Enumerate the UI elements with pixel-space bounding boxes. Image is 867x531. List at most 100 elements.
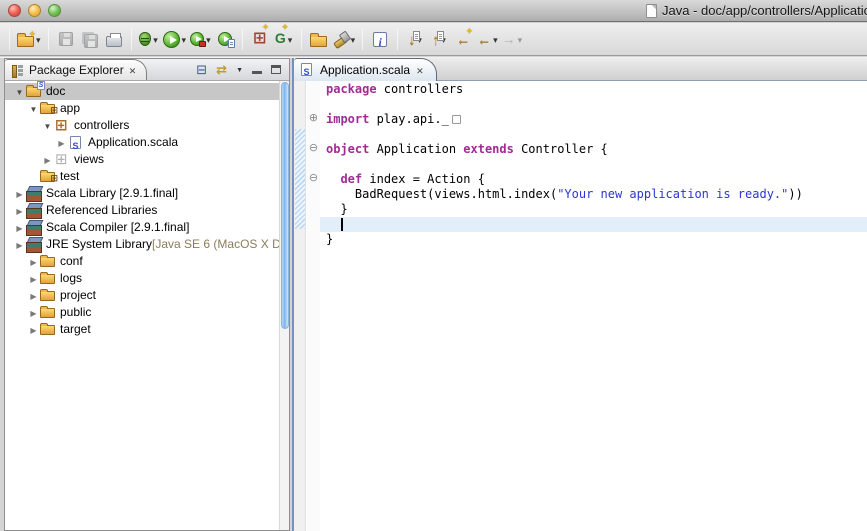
expand-arrow-icon[interactable]	[13, 83, 26, 101]
last-edit-location-button[interactable]: ←	[451, 26, 475, 52]
maximize-view-icon[interactable]	[271, 65, 281, 74]
run-button[interactable]	[161, 26, 189, 52]
code-line[interactable]: def index = Action {	[320, 172, 867, 187]
tree-item-jre-system-library[interactable]: JRE System Library [Java SE 6 (MacOS X D…	[5, 236, 289, 253]
tab-application-scala[interactable]: Application.scala	[294, 58, 437, 81]
run-dropdown-arrow[interactable]	[182, 30, 187, 48]
close-editor-icon[interactable]	[416, 63, 424, 77]
expand-arrow-icon[interactable]	[41, 151, 54, 169]
vertical-scrollbar[interactable]	[279, 81, 289, 530]
text-cursor	[341, 218, 343, 231]
tree-item-controllers[interactable]: controllers	[5, 117, 289, 134]
code-line[interactable]	[320, 127, 867, 142]
code-line[interactable]	[320, 157, 867, 172]
code-line[interactable]	[320, 97, 867, 112]
expand-arrow-icon[interactable]	[13, 219, 26, 237]
expand-arrow-icon[interactable]	[27, 287, 40, 305]
tree-item-application-scala[interactable]: Application.scala	[5, 134, 289, 151]
run-last-tool-button[interactable]	[213, 26, 237, 52]
back-dropdown-arrow[interactable]	[493, 30, 498, 48]
minimize-window-button[interactable]	[28, 4, 41, 17]
code-line[interactable]: package controllers	[320, 82, 867, 97]
tab-package-explorer[interactable]: Package Explorer	[5, 59, 147, 80]
save-all-button[interactable]	[78, 26, 102, 52]
editor-tab-label: Application.scala	[320, 63, 410, 77]
folded-region-indicator[interactable]	[452, 115, 461, 124]
code-line-current[interactable]	[320, 217, 867, 232]
code-line[interactable]: }	[320, 232, 867, 247]
save-all-icon	[84, 34, 98, 48]
search-dropdown-arrow[interactable]	[351, 30, 356, 48]
link-with-editor-icon[interactable]	[216, 64, 227, 76]
tree-item-project[interactable]: project	[5, 287, 289, 304]
expand-arrow-icon[interactable]	[27, 304, 40, 322]
zoom-window-button[interactable]	[48, 4, 61, 17]
save-button[interactable]	[54, 26, 78, 52]
scrollbar-thumb[interactable]	[281, 82, 289, 329]
annotation-ruler[interactable]	[294, 81, 306, 531]
tree-item-test[interactable]: test	[5, 168, 289, 185]
tree-item-conf[interactable]: conf	[5, 253, 289, 270]
expand-arrow-icon[interactable]	[13, 236, 26, 254]
expand-arrow-icon[interactable]	[27, 270, 40, 288]
tree-item-scala-compiler[interactable]: Scala Compiler [2.9.1.final]	[5, 219, 289, 236]
expand-arrow-icon[interactable]	[27, 253, 40, 271]
expand-arrow-icon[interactable]	[27, 100, 40, 118]
code-line[interactable]: }	[320, 202, 867, 217]
new-wizard-button[interactable]	[15, 26, 43, 52]
expand-arrow-icon[interactable]	[13, 185, 26, 203]
scala-file-icon	[68, 135, 85, 151]
tree-item-public[interactable]: public	[5, 304, 289, 321]
package-explorer-tree[interactable]: doc app controllers Application.scala vi	[5, 81, 289, 530]
annotation-page-badge	[413, 31, 420, 41]
title-bar: Java - doc/app/controllers/Application.s…	[0, 0, 867, 22]
run-external-tools-button[interactable]	[188, 26, 213, 52]
tree-item-referenced-libraries[interactable]: Referenced Libraries	[5, 202, 289, 219]
close-view-icon[interactable]	[129, 63, 137, 77]
open-resource-button[interactable]	[307, 26, 331, 52]
tree-item-logs[interactable]: logs	[5, 270, 289, 287]
generate-wizard-button[interactable]	[272, 26, 296, 52]
previous-annotation-icon: ↑	[432, 31, 439, 47]
toolbar-separator	[362, 28, 363, 50]
tree-item-scala-library[interactable]: Scala Library [2.9.1.final]	[5, 185, 289, 202]
minimize-view-icon[interactable]	[252, 66, 262, 74]
expand-arrow-icon[interactable]	[27, 321, 40, 339]
code-line[interactable]: BadRequest(views.html.index("Your new ap…	[320, 187, 867, 202]
info-button[interactable]	[368, 26, 392, 52]
code-line[interactable]: import play.api._	[320, 112, 867, 127]
debug-icon	[139, 32, 151, 46]
search-button[interactable]	[331, 26, 358, 52]
open-folder-icon	[310, 36, 327, 47]
view-menu-icon[interactable]	[236, 62, 243, 77]
fold-collapse-marker[interactable]	[307, 143, 320, 154]
back-button[interactable]: ←	[475, 26, 500, 52]
debug-button[interactable]	[137, 26, 161, 52]
new-wizard-dropdown-arrow[interactable]	[36, 30, 41, 48]
tree-item-views[interactable]: views	[5, 151, 289, 168]
info-icon	[373, 32, 387, 47]
forward-dropdown-arrow[interactable]	[518, 30, 523, 48]
fold-collapse-marker[interactable]	[307, 173, 320, 184]
code-editor[interactable]: package controllers import play.api._ ob…	[320, 81, 867, 531]
java-perspective-button[interactable]	[248, 26, 272, 52]
close-window-button[interactable]	[8, 4, 21, 17]
tree-item-app[interactable]: app	[5, 100, 289, 117]
folding-ruler[interactable]	[307, 81, 320, 531]
tree-item-target[interactable]: target	[5, 321, 289, 338]
forward-button[interactable]: →	[500, 26, 525, 52]
debug-dropdown-arrow[interactable]	[153, 30, 158, 48]
expand-arrow-icon[interactable]	[55, 134, 68, 152]
code-line[interactable]: object Application extends Controller {	[320, 142, 867, 157]
tree-item-doc[interactable]: doc	[5, 83, 289, 100]
fold-expand-marker[interactable]	[307, 113, 320, 124]
next-annotation-button[interactable]: ↓	[403, 26, 427, 52]
previous-annotation-button[interactable]: ↑	[427, 26, 451, 52]
collapse-all-icon[interactable]	[196, 64, 207, 76]
expand-arrow-icon[interactable]	[41, 117, 54, 135]
toolbar-separator	[48, 28, 49, 50]
run-external-tools-dropdown-arrow[interactable]	[206, 30, 211, 48]
expand-arrow-icon[interactable]	[13, 202, 26, 220]
print-button[interactable]	[102, 26, 126, 52]
workbench: Package Explorer doc app	[0, 57, 867, 531]
